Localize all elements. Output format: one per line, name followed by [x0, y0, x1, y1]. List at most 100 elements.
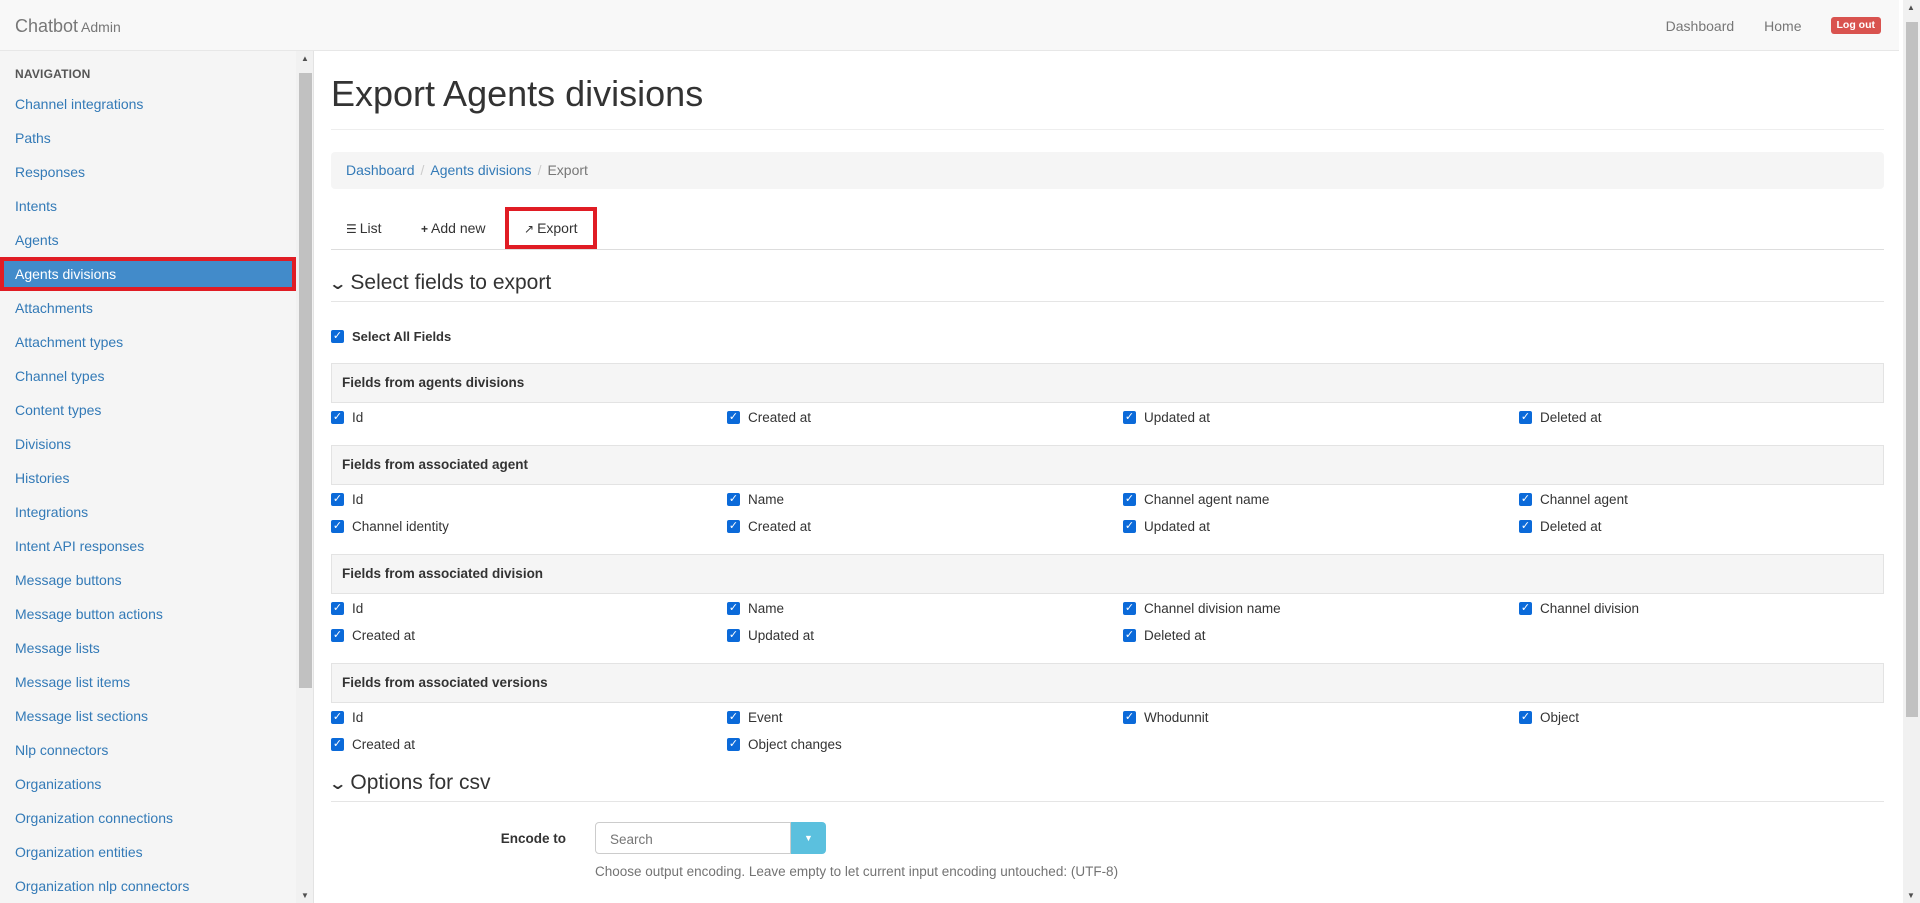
field-option[interactable]: ✓ Id: [331, 601, 363, 616]
sidebar-item-divisions[interactable]: Divisions: [0, 427, 296, 461]
checkbox[interactable]: ✓: [331, 411, 344, 424]
field-option[interactable]: ✓ Deleted at: [1519, 519, 1602, 534]
encode-search-input[interactable]: [608, 824, 792, 854]
checkbox[interactable]: ✓: [1123, 629, 1136, 642]
checkbox[interactable]: ✓: [1519, 520, 1532, 533]
checkbox[interactable]: ✓: [331, 738, 344, 751]
select-all-fields[interactable]: ✓ Select All Fields: [331, 329, 451, 344]
checkbox[interactable]: ✓: [331, 330, 344, 343]
sidebar-item-intents[interactable]: Intents: [0, 189, 296, 223]
sidebar-item-channel-types[interactable]: Channel types: [0, 359, 296, 393]
sidebar-item-intent-api-responses[interactable]: Intent API responses: [0, 529, 296, 563]
nav-link-home[interactable]: Home: [1764, 18, 1801, 34]
field-option[interactable]: ✓ Deleted at: [1123, 628, 1206, 643]
field-option[interactable]: ✓ Created at: [727, 410, 811, 425]
sidebar-item-organization-nlp-connectors[interactable]: Organization nlp connectors: [0, 869, 296, 903]
checkbox[interactable]: ✓: [727, 738, 740, 751]
field-option[interactable]: ✓ Name: [727, 601, 784, 616]
field-option[interactable]: ✓ Created at: [331, 628, 415, 643]
sidebar-scrollbar[interactable]: ▲ ▼: [296, 51, 313, 903]
field-option[interactable]: ✓ Channel agent: [1519, 492, 1628, 507]
sidebar-item-agents[interactable]: Agents: [0, 223, 296, 257]
checkbox[interactable]: ✓: [1519, 411, 1532, 424]
checkbox[interactable]: ✓: [727, 520, 740, 533]
field-option[interactable]: ✓ Created at: [727, 519, 811, 534]
checkbox[interactable]: ✓: [1123, 411, 1136, 424]
tab-list[interactable]: ☰ List: [331, 207, 397, 249]
sidebar-item-histories[interactable]: Histories: [0, 461, 296, 495]
field-option[interactable]: ✓ Channel division name: [1123, 601, 1281, 616]
checkbox[interactable]: ✓: [1519, 602, 1532, 615]
sidebar-item-message-button-actions[interactable]: Message button actions: [0, 597, 296, 631]
checkbox[interactable]: ✓: [331, 602, 344, 615]
breadcrumb-dashboard[interactable]: Dashboard: [346, 162, 415, 178]
checkbox[interactable]: ✓: [727, 602, 740, 615]
top-navbar: Chatbot Admin Dashboard Home Log out: [0, 0, 1899, 51]
field-option[interactable]: ✓ Id: [331, 710, 363, 725]
field-option[interactable]: ✓ Updated at: [727, 628, 814, 643]
field-option[interactable]: ✓ Deleted at: [1519, 410, 1602, 425]
field-option[interactable]: ✓ Channel identity: [331, 519, 449, 534]
checkbox[interactable]: ✓: [331, 629, 344, 642]
sidebar-item-message-list-items[interactable]: Message list items: [0, 665, 296, 699]
logout-button[interactable]: Log out: [1830, 17, 1881, 34]
sidebar-item-responses[interactable]: Responses: [0, 155, 296, 189]
sidebar-scroll-thumb[interactable]: [299, 73, 312, 688]
sidebar-item-integrations[interactable]: Integrations: [0, 495, 296, 529]
checkbox[interactable]: ✓: [1123, 493, 1136, 506]
checkbox[interactable]: ✓: [727, 629, 740, 642]
checkbox[interactable]: ✓: [1519, 711, 1532, 724]
field-option[interactable]: ✓ Updated at: [1123, 519, 1210, 534]
checkbox[interactable]: ✓: [1123, 711, 1136, 724]
tab-export-label: Export: [537, 220, 578, 236]
page-scroll-thumb[interactable]: [1906, 22, 1918, 717]
field-option[interactable]: ✓ Event: [727, 710, 783, 725]
checkbox[interactable]: ✓: [727, 493, 740, 506]
sidebar-item-organization-entities[interactable]: Organization entities: [0, 835, 296, 869]
options-csv-header[interactable]: ⌄ Options for csv: [328, 771, 1884, 802]
sidebar-item-attachments[interactable]: Attachments: [0, 291, 296, 325]
field-option[interactable]: ✓ Created at: [331, 737, 415, 752]
checkbox[interactable]: ✓: [1519, 493, 1532, 506]
sidebar-item-organization-connections[interactable]: Organization connections: [0, 801, 296, 835]
field-option[interactable]: ✓ Id: [331, 492, 363, 507]
checkbox[interactable]: ✓: [1123, 520, 1136, 533]
sidebar-item-message-buttons[interactable]: Message buttons: [0, 563, 296, 597]
sidebar-item-nlp-connectors[interactable]: Nlp connectors: [0, 733, 296, 767]
nav-link-dashboard[interactable]: Dashboard: [1666, 18, 1735, 34]
checkbox[interactable]: ✓: [331, 493, 344, 506]
field-option[interactable]: ✓ Updated at: [1123, 410, 1210, 425]
breadcrumb-agents-divisions[interactable]: Agents divisions: [430, 162, 531, 178]
field-option[interactable]: ✓ Object changes: [727, 737, 842, 752]
checkbox[interactable]: ✓: [331, 520, 344, 533]
field-option[interactable]: ✓ Id: [331, 410, 363, 425]
encode-select[interactable]: [595, 822, 792, 854]
field-option[interactable]: ✓ Channel agent name: [1123, 492, 1269, 507]
tab-add-new[interactable]: + Add new: [406, 207, 501, 249]
field-option[interactable]: ✓ Channel division: [1519, 601, 1639, 616]
encode-dropdown-button[interactable]: ▼: [791, 822, 826, 854]
sidebar-item-message-list-sections[interactable]: Message list sections: [0, 699, 296, 733]
sidebar-item-channel-integrations[interactable]: Channel integrations: [0, 87, 296, 121]
brand[interactable]: Chatbot Admin: [15, 16, 121, 37]
checkbox[interactable]: ✓: [727, 711, 740, 724]
tab-export[interactable]: ↗ Export: [505, 207, 597, 249]
sidebar-item-attachment-types[interactable]: Attachment types: [0, 325, 296, 359]
sidebar-item-paths[interactable]: Paths: [0, 121, 296, 155]
scroll-down-icon[interactable]: ▼: [1907, 891, 1915, 900]
field-option[interactable]: ✓ Object: [1519, 710, 1579, 725]
checkbox[interactable]: ✓: [1123, 602, 1136, 615]
field-option[interactable]: ✓ Whodunnit: [1123, 710, 1209, 725]
checkbox[interactable]: ✓: [331, 711, 344, 724]
sidebar-item-organizations[interactable]: Organizations: [0, 767, 296, 801]
scroll-up-icon[interactable]: ▲: [301, 54, 309, 63]
sidebar-item-agents-divisions[interactable]: Agents divisions: [0, 257, 296, 291]
select-fields-header[interactable]: ⌄ Select fields to export: [328, 271, 1884, 302]
field-option[interactable]: ✓ Name: [727, 492, 784, 507]
sidebar-item-content-types[interactable]: Content types: [0, 393, 296, 427]
page-scrollbar[interactable]: ▲ ▼: [1903, 0, 1920, 903]
scroll-down-icon[interactable]: ▼: [301, 891, 309, 900]
checkbox[interactable]: ✓: [727, 411, 740, 424]
sidebar-item-message-lists[interactable]: Message lists: [0, 631, 296, 665]
scroll-up-icon[interactable]: ▲: [1907, 3, 1915, 12]
